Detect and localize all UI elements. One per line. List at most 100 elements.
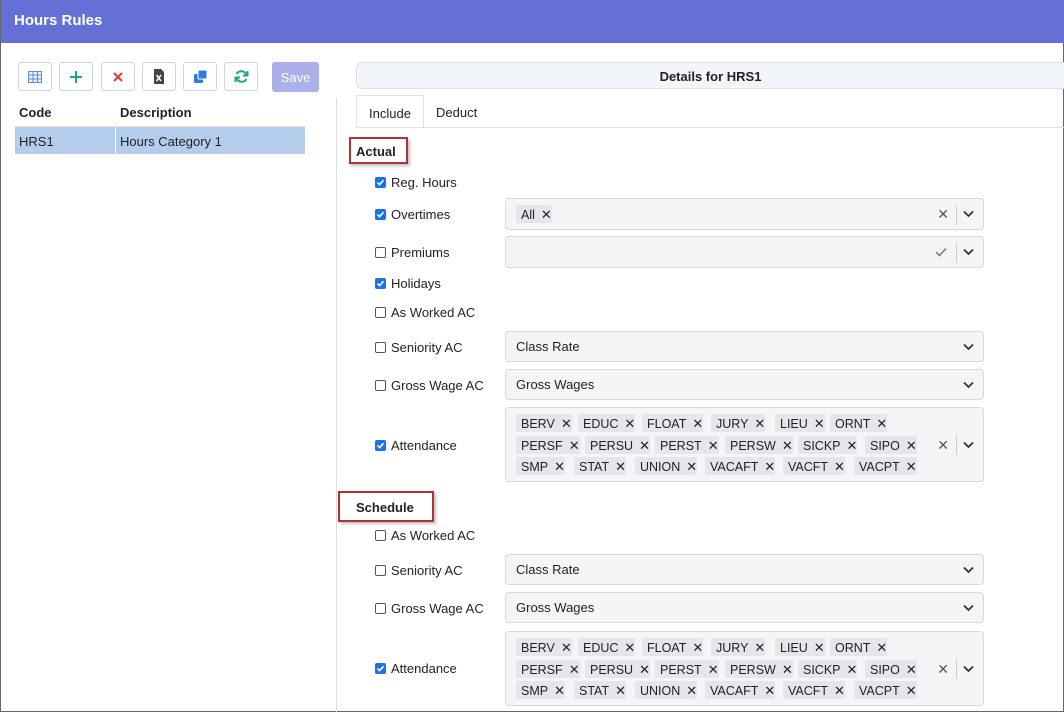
chip: LIEU ✕	[775, 414, 825, 432]
chip-remove-icon[interactable]: ✕	[782, 438, 793, 453]
column-header-description[interactable]: Description	[120, 105, 192, 120]
chip-remove-icon[interactable]: ✕	[754, 640, 765, 655]
chip-remove-icon[interactable]: ✕	[906, 683, 917, 698]
checkbox-as-worked-ac[interactable]: As Worked AC	[375, 304, 475, 320]
schedule-attendance-multiselect[interactable]: ✕ BERV ✕ EDUC ✕ FLOAT ✕ JURY ✕ LIEU ✕ ORNT ✕ PERSF ✕ P…	[505, 631, 984, 706]
chip-remove-icon[interactable]: ✕	[561, 416, 572, 431]
chip-remove-icon[interactable]: ✕	[906, 438, 917, 453]
chevron-down-icon[interactable]	[963, 381, 974, 389]
attendance-multiselect[interactable]: ✕ BERV ✕ EDUC ✕ FLOAT ✕ JURY ✕ LIEU ✕ ORNT ✕ PERSF ✕ P…	[505, 407, 984, 482]
delete-button[interactable]	[101, 62, 135, 91]
checkbox-unchecked-icon[interactable]	[375, 602, 386, 614]
gross-wage-ac-select[interactable]: Gross Wages	[505, 369, 984, 400]
clear-x-icon[interactable]: ✕	[937, 437, 949, 454]
checkbox-unchecked-icon[interactable]	[375, 379, 386, 391]
chip-remove-icon[interactable]: ✕	[569, 438, 580, 453]
checkbox-checked-icon[interactable]	[375, 208, 386, 220]
chip-remove-icon[interactable]: ✕	[764, 459, 775, 474]
check-icon[interactable]	[935, 247, 947, 257]
checkbox-unchecked-icon[interactable]	[375, 246, 386, 258]
schedule-gross-wage-ac-select[interactable]: Gross Wages	[505, 592, 984, 623]
chevron-down-icon[interactable]	[963, 343, 974, 351]
chip-remove-icon[interactable]: ✕	[847, 662, 858, 677]
chip-remove-icon[interactable]: ✕	[708, 438, 719, 453]
checkbox-checked-icon[interactable]	[375, 439, 386, 451]
chip-remove-icon[interactable]: ✕	[906, 459, 917, 474]
checkbox-schedule-attendance[interactable]: Attendance	[375, 660, 457, 676]
chip-remove-icon[interactable]: ✕	[615, 683, 626, 698]
checkbox-reg-hours[interactable]: Reg. Hours	[375, 174, 457, 190]
chip-remove-icon[interactable]: ✕	[906, 662, 917, 677]
chip-remove-icon[interactable]: ✕	[847, 438, 858, 453]
clear-x-icon[interactable]: ✕	[937, 661, 949, 678]
export-excel-button[interactable]	[142, 62, 176, 91]
chip-remove-icon[interactable]: ✕	[692, 416, 703, 431]
checkbox-seniority-ac[interactable]: Seniority AC	[375, 339, 463, 355]
checkbox-unchecked-icon[interactable]	[375, 564, 386, 576]
chevron-down-icon[interactable]	[963, 665, 974, 673]
chip-remove-icon[interactable]: ✕	[708, 662, 719, 677]
add-button[interactable]	[59, 62, 93, 91]
checkbox-gross-wage-ac[interactable]: Gross Wage AC	[375, 377, 484, 393]
chip-remove-icon[interactable]: ✕	[876, 416, 887, 431]
chevron-down-icon[interactable]	[963, 566, 974, 574]
chip-remove-icon[interactable]: ✕	[541, 207, 552, 222]
chip-remove-icon[interactable]: ✕	[624, 416, 635, 431]
checkbox-unchecked-icon[interactable]	[375, 341, 386, 353]
chip-remove-icon[interactable]: ✕	[554, 459, 565, 474]
chip-remove-icon[interactable]: ✕	[639, 662, 650, 677]
chip-remove-icon[interactable]: ✕	[561, 640, 572, 655]
chip: SIPO ✕	[865, 660, 917, 678]
chip-remove-icon[interactable]: ✕	[782, 662, 793, 677]
chip-remove-icon[interactable]: ✕	[554, 683, 565, 698]
chip-remove-icon[interactable]: ✕	[754, 416, 765, 431]
checkbox-schedule-gross-wage-ac[interactable]: Gross Wage AC	[375, 600, 484, 616]
tab-deduct[interactable]: Deduct	[424, 95, 489, 128]
chip-remove-icon[interactable]: ✕	[569, 662, 580, 677]
chevron-down-icon[interactable]	[963, 248, 974, 256]
grid-view-button[interactable]	[18, 62, 52, 91]
section-title-schedule-label: Schedule	[356, 500, 414, 515]
premiums-multiselect[interactable]	[505, 236, 984, 268]
clear-x-icon[interactable]: ✕	[937, 206, 949, 223]
chip-remove-icon[interactable]: ✕	[686, 459, 697, 474]
overtimes-multiselect[interactable]: All ✕ ✕	[505, 198, 984, 230]
chip-remove-icon[interactable]: ✕	[764, 683, 775, 698]
checkbox-holidays[interactable]: Holidays	[375, 275, 441, 291]
checkbox-premiums[interactable]: Premiums	[375, 244, 450, 260]
chip-remove-icon[interactable]: ✕	[814, 640, 825, 655]
column-header-code[interactable]: Code	[19, 105, 52, 120]
checkbox-checked-icon[interactable]	[375, 662, 386, 674]
checkbox-unchecked-icon[interactable]	[375, 306, 386, 318]
chip-remove-icon[interactable]: ✕	[876, 640, 887, 655]
tab-include[interactable]: Include	[356, 95, 424, 128]
copy-button[interactable]	[183, 62, 217, 91]
chip-remove-icon[interactable]: ✕	[834, 459, 845, 474]
chip-remove-icon[interactable]: ✕	[692, 640, 703, 655]
chip-remove-icon[interactable]: ✕	[639, 438, 650, 453]
hours-rules-grid: Code Description HRS1 Hours Category 1	[15, 98, 337, 712]
chevron-down-icon[interactable]	[963, 604, 974, 612]
checkbox-attendance[interactable]: Attendance	[375, 437, 457, 453]
chip-remove-icon[interactable]: ✕	[686, 683, 697, 698]
checkbox-schedule-as-worked-ac[interactable]: As Worked AC	[375, 527, 475, 543]
checkbox-unchecked-icon[interactable]	[375, 529, 386, 541]
refresh-button[interactable]	[224, 62, 258, 91]
save-button[interactable]: Save	[272, 62, 319, 92]
chip-remove-icon[interactable]: ✕	[814, 416, 825, 431]
schedule-seniority-ac-select[interactable]: Class Rate	[505, 554, 984, 585]
checkbox-label: Seniority AC	[391, 562, 463, 578]
table-row[interactable]: HRS1 Hours Category 1	[15, 127, 305, 154]
chip-label: PERSF	[521, 663, 563, 677]
chip-remove-icon[interactable]: ✕	[834, 683, 845, 698]
chip-remove-icon[interactable]: ✕	[624, 640, 635, 655]
chip-remove-icon[interactable]: ✕	[615, 459, 626, 474]
checkbox-checked-icon[interactable]	[375, 277, 386, 289]
checkbox-overtimes[interactable]: Overtimes	[375, 206, 450, 222]
checkbox-checked-icon[interactable]	[375, 176, 386, 188]
checkbox-schedule-seniority-ac[interactable]: Seniority AC	[375, 562, 463, 578]
chevron-down-icon[interactable]	[963, 210, 974, 218]
field-divider	[956, 659, 957, 679]
chevron-down-icon[interactable]	[963, 441, 974, 449]
seniority-ac-select[interactable]: Class Rate	[505, 331, 984, 362]
